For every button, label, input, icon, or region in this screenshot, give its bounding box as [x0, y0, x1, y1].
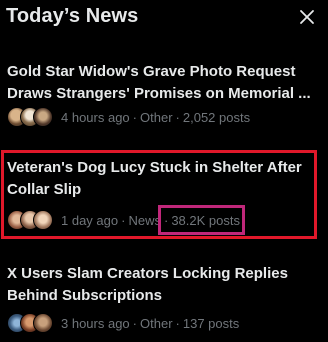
news-item[interactable]: X Users Slam Creators Locking Replies Be…	[0, 260, 328, 342]
avatar	[33, 107, 53, 127]
news-meta: 4 hours ago · Other · 2,052 posts	[7, 105, 250, 129]
meta-separator: ·	[132, 109, 138, 125]
meta-posts: 2,052 posts	[182, 109, 251, 125]
meta-separator: ·	[121, 212, 126, 228]
meta-category: Other	[140, 109, 173, 125]
news-headline: Veteran's Dog Lucy Stuck in Shelter Afte…	[7, 157, 317, 201]
news-item[interactable]: Gold Star Widow's Grave Photo Request Dr…	[0, 58, 328, 136]
meta-separator: ·	[163, 212, 169, 228]
avatar-group	[7, 107, 53, 127]
meta-time: 4 hours ago	[61, 109, 130, 125]
meta-separator: ·	[175, 315, 180, 331]
news-panel-header: Today’s News	[0, 0, 328, 44]
news-headline: Gold Star Widow's Grave Photo Request Dr…	[7, 61, 317, 105]
news-meta: 3 hours ago · Other · 137 posts	[7, 311, 239, 335]
meta-separator: ·	[132, 315, 138, 331]
headline-line: X Users Slam Creators Locking Replies	[7, 265, 288, 282]
meta-posts: 38.2K posts	[171, 212, 240, 228]
avatar	[33, 313, 53, 333]
avatar-group	[7, 313, 53, 333]
meta-time: 3 hours ago	[61, 315, 130, 331]
news-item[interactable]: Veteran's Dog Lucy Stuck in Shelter Afte…	[0, 150, 328, 244]
meta-posts: 137 posts	[182, 315, 240, 331]
headline-line: Veteran's Dog Lucy Stuck in Shelter Afte…	[7, 159, 302, 176]
avatar	[33, 210, 53, 230]
meta-category: Other	[140, 315, 173, 331]
headline-line: Behind Subscriptions	[7, 287, 163, 304]
meta-separator: ·	[175, 109, 180, 125]
headline-line: Collar Slip	[7, 181, 82, 198]
avatar-group	[7, 210, 53, 230]
close-icon[interactable]	[298, 8, 316, 26]
headline-line: Draws Strangers' Promises on Memorial ..…	[7, 85, 311, 102]
headline-line: Gold Star Widow's Grave Photo Request	[7, 63, 296, 80]
news-headline: X Users Slam Creators Locking Replies Be…	[7, 263, 317, 307]
panel-title: Today’s News	[6, 5, 139, 27]
meta-time: 1 day ago	[61, 212, 119, 228]
news-meta: 1 day ago · News · 38.2K posts	[7, 208, 240, 232]
meta-category: News	[128, 212, 161, 228]
